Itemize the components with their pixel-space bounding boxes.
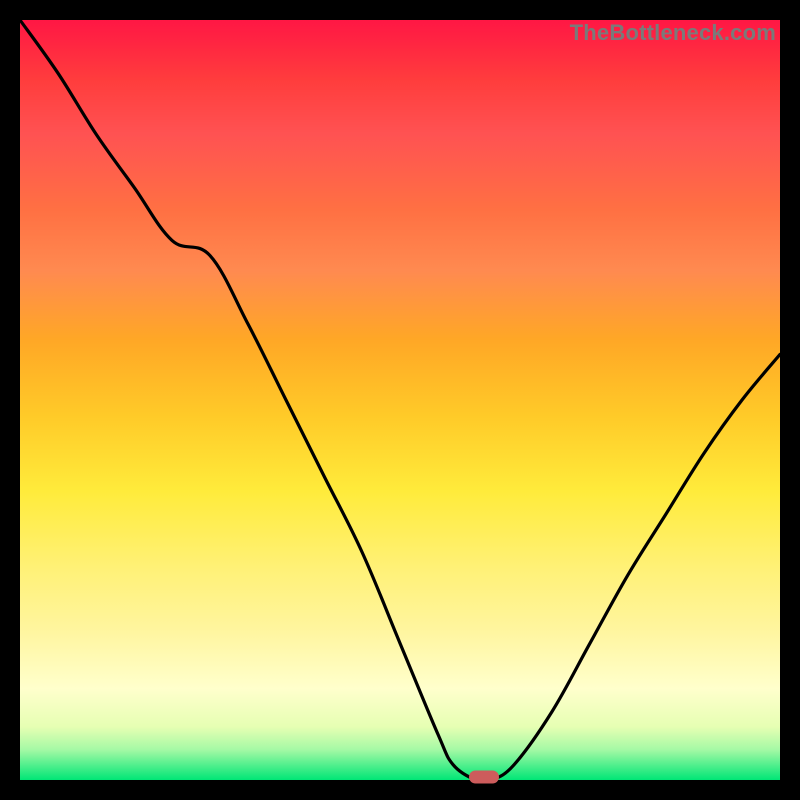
minimum-marker [469, 771, 499, 784]
chart-frame: TheBottleneck.com [0, 0, 800, 800]
bottleneck-curve [20, 20, 780, 780]
plot-area: TheBottleneck.com [20, 20, 780, 780]
